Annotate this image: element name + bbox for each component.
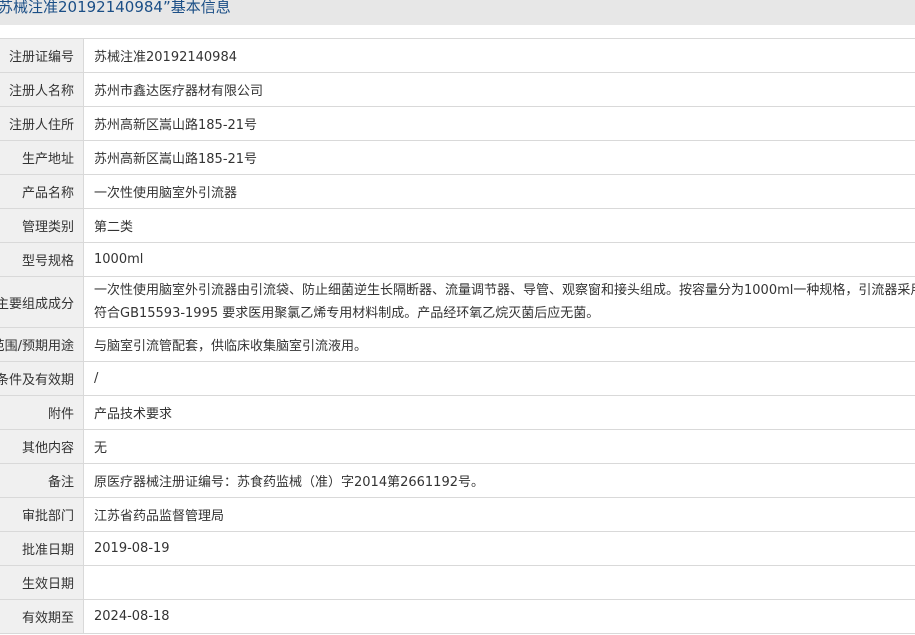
row-value-cell: 江苏省药品监督管理局: [83, 497, 915, 532]
row-value-cell: 一次性使用脑室外引流器由引流袋、防止细菌逆生长隔断器、流量调节器、导管、观察窗和…: [83, 276, 915, 328]
row-value: 2019-08-19: [94, 541, 170, 556]
row-value-cell: 原医疗器械注册证编号：苏食药监械（准）字2014第2661192号。: [83, 463, 915, 498]
row-label-cell: 产品储存条件及有效期: [0, 361, 84, 396]
table-row: 管理类别 第二类: [0, 208, 915, 243]
section-title: 苏械注准20192140984”基本信息: [0, 0, 231, 16]
row-label: 型号规格: [21, 254, 74, 269]
row-value: 与脑室引流管配套，供临床收集脑室引流液用。: [94, 339, 368, 354]
row-value-cell: 苏械注准20192140984: [83, 38, 915, 73]
row-label: 生效日期: [21, 577, 74, 592]
row-label: 附件: [47, 407, 74, 422]
row-label-cell: 附件: [0, 395, 84, 430]
row-value-cell: 苏州高新区嵩山路185-21号: [83, 106, 915, 141]
row-label-cell: 生效日期: [0, 565, 84, 600]
table-row: 附件 产品技术要求: [0, 395, 915, 430]
row-value: 一次性使用脑室外引流器由引流袋、防止细菌逆生长隔断器、流量调节器、导管、观察窗和…: [94, 283, 915, 321]
row-value-cell: 与脑室引流管配套，供临床收集脑室引流液用。: [83, 327, 915, 362]
row-value: 江苏省药品监督管理局: [94, 509, 225, 524]
row-value-cell: 1000ml: [83, 242, 915, 277]
row-label: 管理类别: [21, 220, 74, 235]
row-label-cell: 主要组成成分: [0, 276, 84, 328]
row-value: 苏州高新区嵩山路185-21号: [94, 118, 258, 133]
table-row: 注册人住所 苏州高新区嵩山路185-21号: [0, 106, 915, 141]
row-value: 产品技术要求: [94, 407, 173, 422]
table-row: 生效日期: [0, 565, 915, 600]
row-label-cell: 管理类别: [0, 208, 84, 243]
row-value-cell: 第二类: [83, 208, 915, 243]
row-label: 其他内容: [21, 441, 74, 456]
table-row: 产品储存条件及有效期 /: [0, 361, 915, 396]
row-label: 有效期至: [21, 611, 74, 626]
row-label: 注册人住所: [8, 118, 74, 133]
row-label-cell: 有效期至: [0, 599, 84, 634]
row-label: 产品名称: [21, 186, 74, 201]
table-row: 生产地址 苏州高新区嵩山路185-21号: [0, 140, 915, 175]
row-label-cell: 产品名称: [0, 174, 84, 209]
row-label-cell: 批准日期: [0, 531, 84, 566]
row-label: 主要组成成分: [0, 296, 74, 312]
row-label-cell: 审批部门: [0, 497, 84, 532]
row-label-cell: 型号规格: [0, 242, 84, 277]
table-row: 有效期至 2024-08-18: [0, 599, 915, 634]
row-label-cell: 注册人名称: [0, 72, 84, 107]
row-value: 苏州高新区嵩山路185-21号: [94, 152, 258, 167]
table-row: 其他内容 无: [0, 429, 915, 464]
row-label: 产品储存条件及有效期: [0, 373, 74, 388]
row-value: 原医疗器械注册证编号：苏食药监械（准）字2014第2661192号。: [94, 475, 484, 490]
table-row: 备注 原医疗器械注册证编号：苏食药监械（准）字2014第2661192号。: [0, 463, 915, 498]
row-label: 审批部门: [21, 509, 74, 524]
table-row: 型号规格 1000ml: [0, 242, 915, 277]
page: 苏械注准20192140984”基本信息 注册证编号 苏械注准201921409…: [0, 0, 915, 635]
row-value: 2024-08-18: [94, 609, 170, 624]
row-value-cell: [83, 565, 915, 600]
row-label: 注册人名称: [8, 84, 74, 99]
row-value-cell: 一次性使用脑室外引流器: [83, 174, 915, 209]
row-value-cell: 2024-08-18: [83, 599, 915, 634]
row-value: 一次性使用脑室外引流器: [94, 186, 238, 201]
row-label-cell: 注册人住所: [0, 106, 84, 141]
row-value-cell: 2019-08-19: [83, 531, 915, 566]
row-label: 批准日期: [21, 543, 74, 558]
row-value: 第二类: [94, 220, 134, 235]
row-value: /: [94, 371, 99, 386]
row-label: 适用范围/预期用途: [0, 339, 74, 354]
row-value-cell: 苏州市鑫达医疗器材有限公司: [83, 72, 915, 107]
row-value-cell: 产品技术要求: [83, 395, 915, 430]
table-row: 产品名称 一次性使用脑室外引流器: [0, 174, 915, 209]
row-label: 注册证编号: [8, 50, 74, 65]
row-value: 苏械注准20192140984: [94, 50, 237, 65]
table-row: 注册人名称 苏州市鑫达医疗器材有限公司: [0, 72, 915, 107]
row-value: 1000ml: [94, 252, 144, 267]
row-label: 备注: [47, 475, 74, 490]
row-label-cell: 其他内容: [0, 429, 84, 464]
row-value: 苏州市鑫达医疗器材有限公司: [94, 84, 264, 99]
row-label: 生产地址: [21, 152, 74, 167]
section-header: 苏械注准20192140984”基本信息: [0, 0, 915, 25]
table-row: 审批部门 江苏省药品监督管理局: [0, 497, 915, 532]
table-row: 适用范围/预期用途 与脑室引流管配套，供临床收集脑室引流液用。: [0, 327, 915, 362]
row-value-cell: /: [83, 361, 915, 396]
table-row: 批准日期 2019-08-19: [0, 531, 915, 566]
registration-info-table: 注册证编号 苏械注准20192140984 注册人名称 苏州市鑫达医疗器材有限公…: [0, 38, 915, 634]
row-label-cell: 备注: [0, 463, 84, 498]
table-row: 主要组成成分 一次性使用脑室外引流器由引流袋、防止细菌逆生长隔断器、流量调节器、…: [0, 276, 915, 328]
row-value-cell: 无: [83, 429, 915, 464]
row-value-cell: 苏州高新区嵩山路185-21号: [83, 140, 915, 175]
row-label-cell: 注册证编号: [0, 38, 84, 73]
row-value: 无: [94, 441, 108, 456]
row-label-cell: 适用范围/预期用途: [0, 327, 84, 362]
row-label-cell: 生产地址: [0, 140, 84, 175]
table-row: 注册证编号 苏械注准20192140984: [0, 38, 915, 73]
